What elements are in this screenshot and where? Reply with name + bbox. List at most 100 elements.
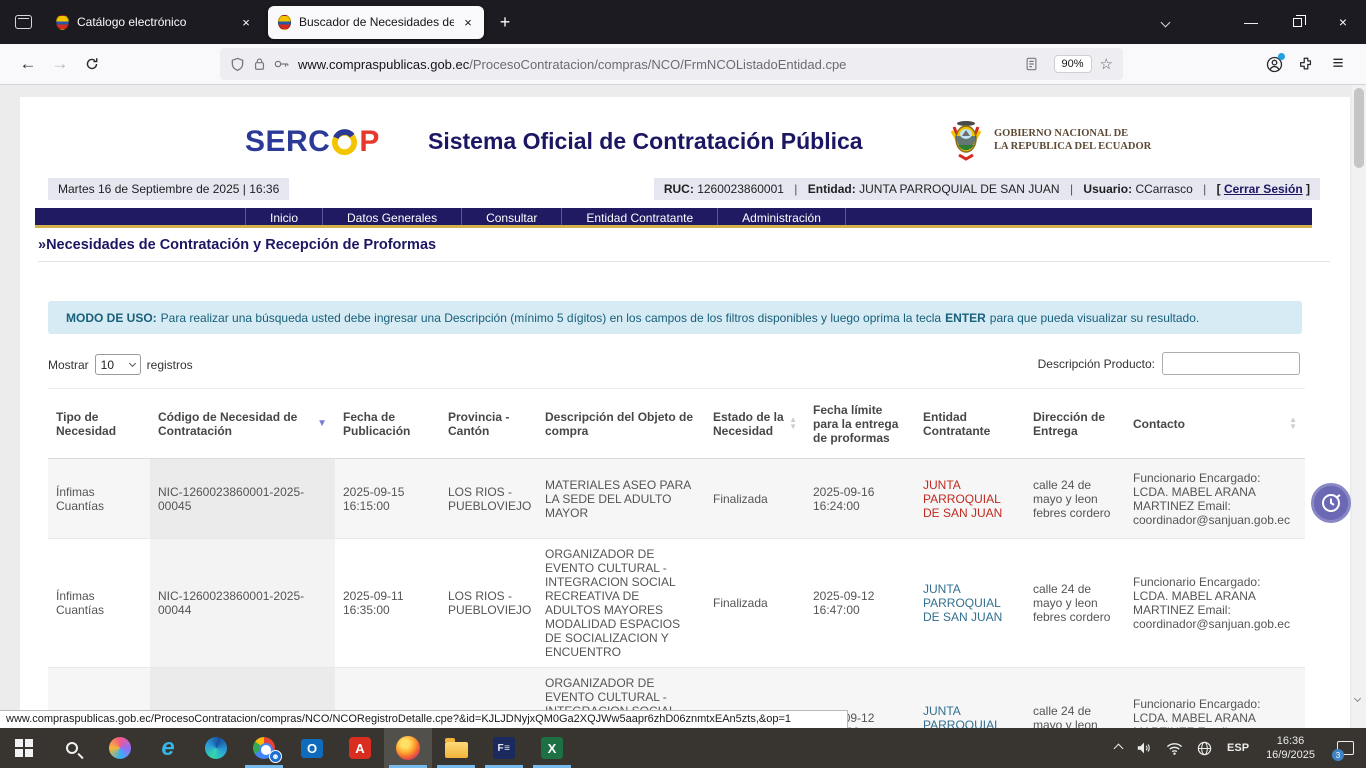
cell-fecha-limite: 2025-09-12 16:47:00 [805,539,915,668]
tab-close-icon[interactable]: × [458,12,478,32]
close-button[interactable]: × [1320,0,1366,44]
key-permission-icon[interactable] [274,58,290,70]
chrome-button[interactable]: ☻ [240,728,288,768]
col-provincia-canton[interactable]: Provincia - Cantón [440,389,537,459]
col-fecha-publicacion[interactable]: Fecha de Publicación [335,389,440,459]
lock-icon[interactable] [253,57,266,71]
ecuador-favicon [278,15,291,30]
network-icon[interactable] [1166,742,1183,755]
col-direccion-entrega[interactable]: Dirección de Entrega [1025,389,1125,459]
col-entidad-contratante[interactable]: Entidad Contratante [915,389,1025,459]
firefox-button[interactable] [384,728,432,768]
bookmark-star-icon[interactable]: ☆ [1100,55,1113,73]
new-tab-button[interactable]: + [490,7,520,37]
acrobat-button[interactable]: A [336,728,384,768]
cell-codigo: NIC-1260023860001-2025-00044 [150,539,335,668]
cell-entidad: JUNTA PARROQUIAL DE SAN JUAN [915,539,1025,668]
cell-provincia: LOS RIOS - PUEBLOVIEJO [440,459,537,539]
firefox-view-button[interactable] [8,7,38,37]
nav-item-inicio[interactable]: Inicio [245,208,322,225]
cell-fecha-pub: 2025-09-11 16:35:00 [335,539,440,668]
table-row: Ínfimas Cuantías NIC-1260023860001-2025-… [48,459,1305,539]
cell-descripcion: ORGANIZADOR DE EVENTO CULTURAL - INTEGRA… [537,539,705,668]
nav-item-administracion[interactable]: Administración [717,208,846,225]
entity-link[interactable]: JUNTA PARROQUIAL DE SAN JUAN [923,478,1002,520]
language-indicator[interactable]: ESP [1227,742,1249,754]
restore-button[interactable] [1274,0,1320,44]
hidden-icons-chevron-icon[interactable] [1115,745,1122,752]
copilot-button[interactable] [96,728,144,768]
sort-desc-icon: ▼ [317,418,327,429]
usage-note: MODO DE USO: Para realizar una búsqueda … [48,301,1302,334]
col-codigo-necesidad[interactable]: Código de Necesidad de Contratación▼ [150,389,335,459]
excel-button[interactable]: X [528,728,576,768]
page-size-select[interactable]: 10 [95,354,141,375]
excel-icon: X [541,737,563,759]
zoom-level-badge[interactable]: 90% [1054,55,1092,73]
screen: Catálogo electrónico × Buscador de Neces… [0,0,1366,768]
search-button[interactable] [48,728,96,768]
cell-entidad: JUNTA PARROQUIAL DE SAN JUAN [915,668,1025,729]
entity-link[interactable]: JUNTA PARROQUIAL DE SAN JUAN [923,704,1002,728]
gov-text: GOBIERNO NACIONAL DE LA REPUBLICA DEL EC… [994,127,1151,153]
browser-tab-bar: Catálogo electrónico × Buscador de Neces… [0,0,1366,44]
file-explorer-button[interactable] [432,728,480,768]
account-icon[interactable] [1258,49,1290,79]
restore-icon [1293,18,1302,27]
browser-toolbar: ← → www.compraspublicas.gob.ec/ProcesoCo… [0,44,1366,85]
forward-button[interactable]: → [44,49,76,79]
reload-icon [85,57,99,71]
url-bar[interactable]: www.compraspublicas.gob.ec/ProcesoContra… [220,48,1123,80]
start-button[interactable] [0,728,48,768]
system-tray: ESP 16:36 16/9/2025 3 [1108,728,1366,768]
needs-table: Tipo de Necesidad Código de Necesidad de… [48,388,1305,728]
outlook-button[interactable]: O [288,728,336,768]
reader-mode-icon[interactable] [1025,57,1038,71]
cell-contacto: Funcionario Encargado: LCDA. MABEL ARANA… [1125,668,1305,729]
col-fecha-limite[interactable]: Fecha límite para la entrega de proforma… [805,389,915,459]
nav-item-datos-generales[interactable]: Datos Generales [322,208,461,225]
scrollbar[interactable] [1352,85,1366,728]
list-all-tabs-chevron-icon[interactable] [1148,0,1182,44]
clock-icon [1320,492,1342,514]
notification-button[interactable]: 3 [1324,728,1366,768]
nav-item-consultar[interactable]: Consultar [461,208,561,225]
url-path: /ProcesoContratacion/compras/NCO/FrmNCOL… [469,57,846,72]
reload-button[interactable] [76,49,108,79]
nav-item-entidad-contratante[interactable]: Entidad Contratante [561,208,717,225]
tab-close-icon[interactable]: × [236,12,256,32]
logout-link[interactable]: Cerrar Sesión [1224,182,1303,196]
col-tipo-necesidad[interactable]: Tipo de Necesidad [48,389,150,459]
globe-icon[interactable] [1197,741,1212,756]
entity-link[interactable]: JUNTA PARROQUIAL DE SAN JUAN [923,582,1002,624]
sercop-logo-p: P [359,125,380,159]
ecuador-favicon [56,15,69,30]
minimize-button[interactable]: — [1228,0,1274,44]
extensions-icon[interactable] [1290,49,1322,79]
product-description-input[interactable] [1162,352,1300,375]
back-button[interactable]: ← [12,49,44,79]
cell-contacto: Funcionario Encargado: LCDA. MABEL ARANA… [1125,539,1305,668]
shield-icon[interactable] [230,57,245,72]
url-text[interactable]: www.compraspublicas.gob.ec/ProcesoContra… [298,57,1025,72]
col-estado-necesidad[interactable]: Estado de la Necesidad▲▼ [705,389,805,459]
records-label: registros [147,358,193,372]
clock[interactable]: 16:36 16/9/2025 [1266,734,1315,763]
accessibility-widget[interactable] [1311,483,1351,523]
fe-app-button[interactable]: F≡ [480,728,528,768]
ruc-label: RUC: [664,182,694,196]
internet-explorer-button[interactable]: e [144,728,192,768]
tray-time: 16:36 [1266,734,1315,748]
scroll-down-icon[interactable] [1355,688,1360,706]
tab-catalogo-electronico[interactable]: Catálogo electrónico × [46,6,262,39]
tab-buscador-necesidades[interactable]: Buscador de Necesidades de Co × [268,6,484,39]
volume-icon[interactable] [1136,741,1152,755]
account-sync-dot [1278,53,1285,60]
scrollbar-thumb[interactable] [1354,88,1364,168]
sercop-logo-o-icon [331,129,358,156]
internet-explorer-icon: e [161,736,174,760]
edge-button[interactable] [192,728,240,768]
col-contacto[interactable]: Contacto▲▼ [1125,389,1305,459]
col-descripcion-objeto[interactable]: Descripción del Objeto de compra [537,389,705,459]
menu-icon[interactable]: ≡ [1322,49,1354,79]
